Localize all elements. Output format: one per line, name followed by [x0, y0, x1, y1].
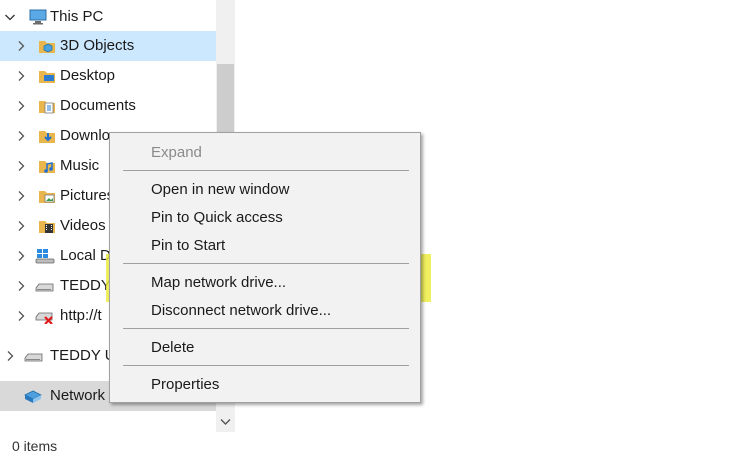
menu-item-label: Map network drive...	[151, 274, 287, 291]
nav-item-label: Documents	[60, 97, 136, 114]
disconnected-network-drive-icon	[35, 308, 53, 324]
chevron-right-icon[interactable]	[13, 31, 29, 61]
menu-item-label: Pin to Start	[151, 237, 226, 254]
menu-separator	[123, 263, 409, 264]
nav-item-label: TEDDY U	[50, 347, 116, 364]
nav-item-label: This PC	[50, 8, 104, 25]
chevron-right-icon[interactable]	[13, 121, 29, 151]
usb-drive-icon	[24, 348, 43, 364]
windows-drive-icon	[35, 248, 55, 264]
scroll-down-arrow-icon[interactable]	[216, 413, 235, 430]
nav-item-label: http://t	[60, 307, 102, 324]
nav-item-label: Network	[50, 387, 106, 404]
nav-item-desktop[interactable]: Desktop	[0, 61, 216, 91]
menu-item-delete[interactable]: Delete	[110, 335, 420, 361]
menu-item-label: Open in new window	[151, 181, 290, 198]
context-menu: Expand Open in new window Pin to Quick a…	[109, 132, 421, 403]
desktop-folder-icon	[38, 68, 56, 84]
nav-item-label: TEDDY	[60, 277, 111, 294]
menu-item-label: Pin to Quick access	[151, 209, 283, 226]
network-icon	[23, 388, 42, 404]
nav-item-label: Music	[60, 157, 100, 174]
menu-separator	[123, 328, 409, 329]
chevron-right-icon[interactable]	[13, 211, 29, 241]
nav-item-label: Downlo	[60, 127, 111, 144]
chevron-down-icon[interactable]	[2, 2, 18, 32]
menu-item-pin-to-start[interactable]: Pin to Start	[110, 233, 420, 259]
menu-separator	[123, 365, 409, 366]
menu-item-map-network-drive[interactable]: Map network drive...	[110, 270, 420, 296]
nav-item-label: Pictures	[60, 187, 115, 204]
menu-item-label: Disconnect network drive...	[151, 302, 332, 319]
menu-separator	[123, 170, 409, 171]
downloads-folder-icon	[38, 128, 56, 144]
nav-item-label: 3D Objects	[60, 37, 135, 54]
videos-folder-icon	[38, 218, 56, 234]
chevron-right-icon[interactable]	[13, 271, 29, 301]
nav-item-documents[interactable]: Documents	[0, 91, 216, 121]
status-item-count: 0 items	[12, 438, 58, 454]
documents-folder-icon	[38, 98, 56, 114]
computer-icon	[29, 9, 47, 25]
chevron-right-icon[interactable]	[13, 61, 29, 91]
menu-item-disconnect-network-drive[interactable]: Disconnect network drive...	[110, 298, 420, 324]
menu-item-label: Expand	[151, 144, 202, 161]
usb-drive-icon	[35, 278, 54, 294]
pictures-folder-icon	[38, 188, 56, 204]
chevron-right-icon[interactable]	[13, 301, 29, 331]
menu-item-open-in-new-window[interactable]: Open in new window	[110, 177, 420, 203]
nav-item-this-pc[interactable]: This PC	[0, 2, 216, 32]
nav-item-3d-objects[interactable]: 3D Objects	[0, 31, 216, 61]
chevron-right-icon[interactable]	[2, 341, 18, 371]
chevron-right-icon[interactable]	[13, 91, 29, 121]
menu-item-pin-to-quick-access[interactable]: Pin to Quick access	[110, 205, 420, 231]
chevron-right-icon[interactable]	[13, 181, 29, 211]
menu-item-expand: Expand	[110, 140, 420, 166]
chevron-right-icon[interactable]	[13, 241, 29, 271]
music-folder-icon	[38, 158, 56, 174]
nav-item-label: Desktop	[60, 67, 116, 84]
chevron-right-icon[interactable]	[13, 151, 29, 181]
menu-item-label: Properties	[151, 376, 220, 393]
menu-item-properties[interactable]: Properties	[110, 372, 420, 398]
menu-item-label: Delete	[151, 339, 195, 356]
nav-item-label: Videos	[60, 217, 106, 234]
nav-item-label: Local D	[60, 247, 111, 264]
3d-objects-folder-icon	[38, 38, 56, 54]
